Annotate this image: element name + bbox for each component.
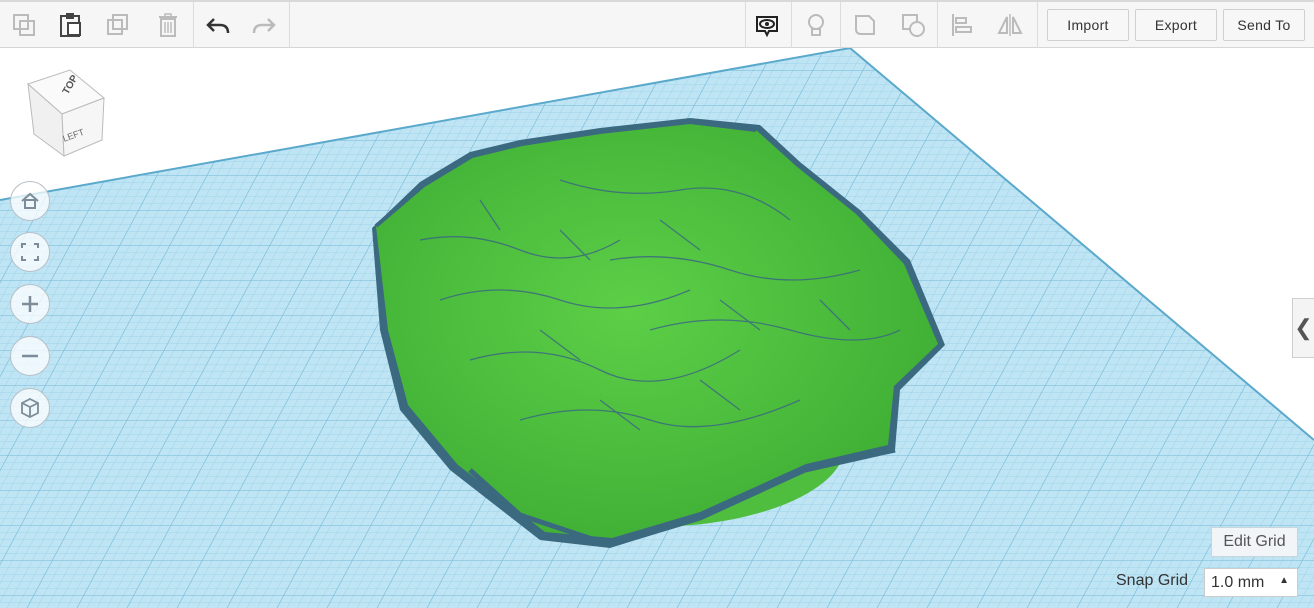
caret-up-icon: ▲ xyxy=(1279,575,1289,586)
perspective-button[interactable] xyxy=(10,388,50,428)
shape-icon xyxy=(855,15,875,35)
import-button[interactable]: Import xyxy=(1047,9,1129,41)
send-to-button[interactable]: Send To xyxy=(1223,9,1305,41)
workplane-canvas[interactable] xyxy=(0,48,1314,608)
snap-grid-value: 1.0 mm xyxy=(1211,573,1265,591)
align-icon xyxy=(952,14,972,36)
workplane-viewport[interactable]: TOP LEFT xyxy=(0,48,1314,608)
notes-button[interactable] xyxy=(796,6,836,44)
redo-icon xyxy=(252,18,276,34)
zoom-in-icon xyxy=(22,296,38,312)
trash-icon xyxy=(159,13,177,37)
chevron-left-icon: ❮ xyxy=(1294,315,1313,340)
snap-grid-select[interactable]: 1.0 mm ▲ xyxy=(1204,568,1298,597)
redo-button[interactable] xyxy=(244,6,284,44)
duplicate-icon xyxy=(107,14,128,35)
show-all-button[interactable] xyxy=(747,6,787,44)
shape-button[interactable] xyxy=(845,6,885,44)
lightbulb-icon xyxy=(808,14,824,36)
mirror-button[interactable] xyxy=(990,6,1030,44)
duplicate-button[interactable] xyxy=(98,6,138,44)
paste-icon xyxy=(60,13,81,37)
export-button[interactable]: Export xyxy=(1135,9,1217,41)
home-icon xyxy=(21,192,39,209)
snap-grid-label: Snap Grid xyxy=(1116,572,1189,589)
zoom-out-icon xyxy=(22,354,38,358)
mirror-icon xyxy=(997,14,1023,36)
view-cube[interactable]: TOP LEFT xyxy=(22,64,112,164)
copy-icon xyxy=(13,14,35,36)
main-toolbar: Import Export Send To xyxy=(0,0,1314,48)
fit-icon xyxy=(21,243,39,261)
perspective-icon xyxy=(21,397,39,419)
zoom-out-button[interactable] xyxy=(10,336,50,376)
edit-grid-button[interactable]: Edit Grid xyxy=(1211,527,1298,557)
fit-view-button[interactable] xyxy=(10,232,50,272)
group-button[interactable] xyxy=(893,6,933,44)
home-view-button[interactable] xyxy=(10,181,50,221)
delete-button[interactable] xyxy=(148,6,188,44)
copy-button[interactable] xyxy=(4,6,44,44)
align-button[interactable] xyxy=(942,6,982,44)
undo-button[interactable] xyxy=(198,6,238,44)
paste-button[interactable] xyxy=(50,6,90,44)
undo-icon xyxy=(206,18,230,34)
eye-icon xyxy=(756,16,778,38)
group-icon xyxy=(902,14,925,37)
side-panel-toggle[interactable]: ❮ xyxy=(1292,298,1314,358)
zoom-in-button[interactable] xyxy=(10,284,50,324)
